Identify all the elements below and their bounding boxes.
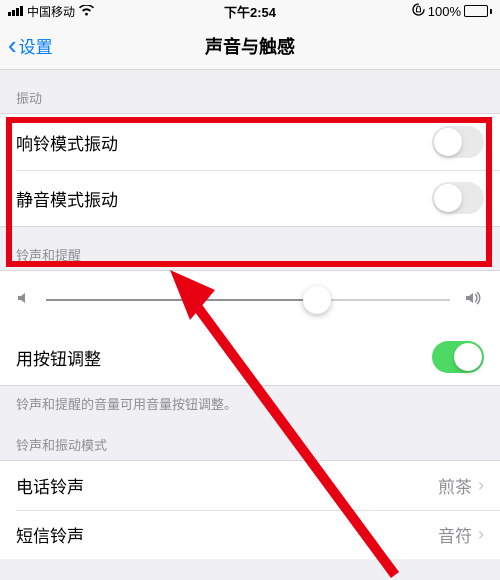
volume-low-icon — [16, 290, 32, 311]
switch-vibrate-silent[interactable] — [432, 182, 484, 214]
section-header-patterns: 铃声和振动模式 — [0, 417, 500, 460]
switch-change-with-buttons[interactable] — [432, 341, 484, 373]
cell-label: 短信铃声 — [16, 522, 84, 547]
cell-vibrate-ring[interactable]: 响铃模式振动 — [0, 114, 500, 170]
status-bar: 中国移动 下午2:54 100% — [0, 0, 500, 22]
wifi-icon — [79, 4, 94, 19]
status-right: 100% — [412, 3, 492, 19]
cell-vibrate-silent[interactable]: 静音模式振动 — [0, 170, 500, 226]
chevron-left-icon: ‹ — [8, 30, 17, 61]
cell-value: 音符 — [438, 522, 472, 547]
chevron-right-icon: › — [478, 475, 484, 496]
back-label: 设置 — [19, 33, 53, 58]
cell-label: 电话铃声 — [16, 473, 84, 498]
nav-bar: ‹ 设置 声音与触感 — [0, 22, 500, 70]
button-group: 用按钮调整 — [0, 329, 500, 386]
back-button[interactable]: ‹ 设置 — [0, 30, 53, 61]
battery-pct: 100% — [428, 4, 461, 19]
cell-text-tone[interactable]: 短信铃声 音符 › — [0, 510, 500, 559]
chevron-right-icon: › — [478, 524, 484, 545]
section-header-vibrate: 振动 — [0, 70, 500, 113]
cell-value: 煎茶 — [438, 473, 472, 498]
orientation-lock-icon — [412, 3, 425, 19]
section-footer-ringer: 铃声和提醒的音量可用音量按钮调整。 — [0, 386, 500, 417]
cell-change-with-buttons[interactable]: 用按钮调整 — [0, 329, 500, 385]
cell-label: 用按钮调整 — [16, 345, 101, 370]
volume-slider[interactable] — [46, 285, 450, 315]
volume-slider-cell — [0, 270, 500, 329]
cell-label: 静音模式振动 — [16, 186, 118, 211]
cell-ringtone[interactable]: 电话铃声 煎茶 › — [0, 461, 500, 510]
volume-high-icon — [464, 290, 484, 311]
section-header-ringer: 铃声和提醒 — [0, 227, 500, 270]
status-time: 下午2:54 — [224, 2, 276, 21]
vibrate-group: 响铃模式振动 静音模式振动 — [0, 113, 500, 227]
page-title: 声音与触感 — [205, 33, 295, 59]
status-left: 中国移动 — [8, 3, 94, 20]
carrier-label: 中国移动 — [27, 3, 75, 20]
patterns-group: 电话铃声 煎茶 › 短信铃声 音符 › — [0, 460, 500, 559]
signal-icon — [8, 6, 23, 16]
switch-vibrate-ring[interactable] — [432, 126, 484, 158]
battery-icon — [464, 5, 492, 17]
cell-label: 响铃模式振动 — [16, 130, 118, 155]
